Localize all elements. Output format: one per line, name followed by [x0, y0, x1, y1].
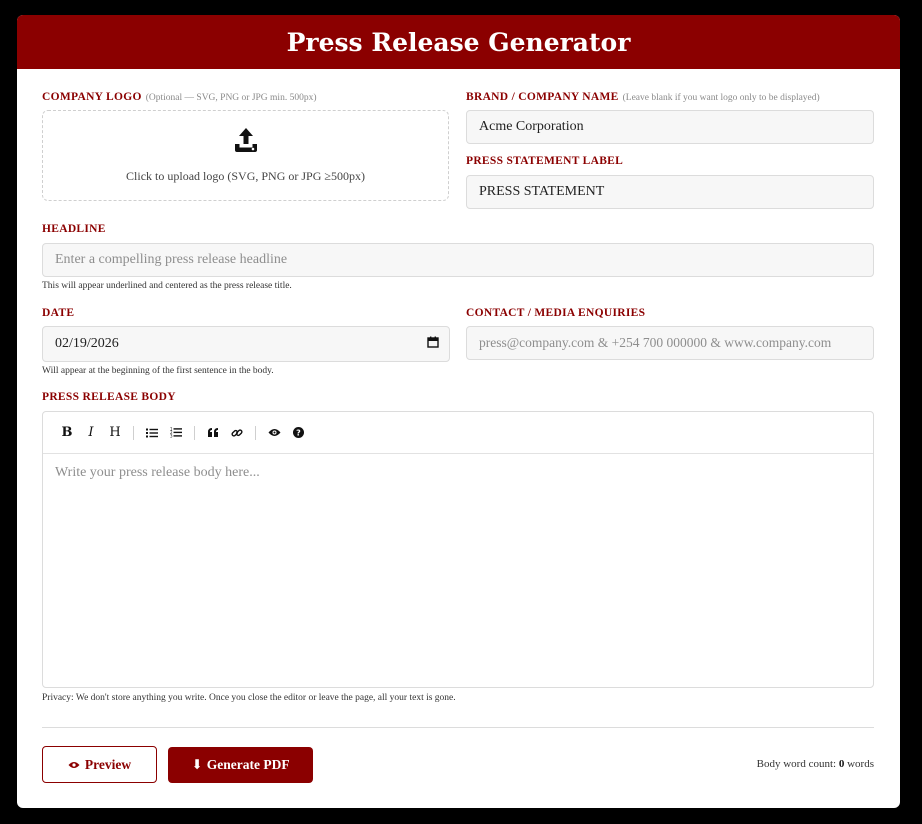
toolbar-divider [133, 425, 134, 440]
press-statement-input[interactable]: PRESS STATEMENT [466, 175, 874, 209]
upload-icon [233, 127, 259, 157]
preview-button[interactable]: Preview [42, 746, 157, 783]
generate-pdf-label: Generate PDF [206, 757, 290, 772]
word-count: Body word count: 0 words [757, 758, 874, 770]
upload-text: Click to upload logo (SVG, PNG or JPG ≥5… [126, 169, 365, 183]
link-icon[interactable] [225, 421, 249, 445]
date-value: 02/19/2026 [55, 336, 119, 351]
brand-hint: (Leave blank if you want logo only to be… [622, 93, 820, 103]
generate-pdf-button[interactable]: ⬇ Generate PDF [168, 747, 313, 783]
body-textarea[interactable]: Write your press release body here... [43, 454, 873, 688]
bullet-list-icon[interactable] [140, 421, 164, 445]
calendar-icon[interactable] [427, 336, 439, 348]
quote-icon[interactable] [201, 421, 225, 445]
headline-input[interactable]: Enter a compelling press release headlin… [42, 243, 874, 277]
toolbar-divider [255, 425, 256, 440]
preview-button-label: Preview [84, 756, 132, 772]
word-count-value: 0 [838, 758, 845, 770]
company-logo-label-text: COMPANY LOGO [42, 91, 142, 103]
company-logo-label: COMPANY LOGO (Optional — SVG, PNG or JPG … [42, 91, 317, 103]
eye-icon [68, 761, 80, 769]
headline-label: HEADLINE [42, 223, 106, 235]
body-label: PRESS RELEASE BODY [42, 391, 176, 403]
date-label: DATE [42, 307, 75, 319]
company-logo-hint: (Optional — SVG, PNG or JPG min. 500px) [145, 93, 317, 103]
brand-name-input[interactable]: Acme Corporation [466, 110, 874, 144]
download-arrow-icon: ⬇ [191, 757, 203, 772]
numbered-list-icon[interactable]: 1 2 3 [164, 421, 188, 445]
svg-text:3: 3 [170, 434, 173, 439]
date-input[interactable]: 02/19/2026 [42, 326, 450, 362]
word-count-suffix: words [847, 758, 874, 770]
page-title: Press Release Generator [17, 15, 900, 69]
word-count-prefix: Body word count: [756, 758, 837, 770]
body-editor: B I H 1 2 3 ? Write your press release b… [42, 411, 874, 688]
brand-label: BRAND / COMPANY NAME (Leave blank if you … [466, 91, 820, 103]
logo-upload-dropzone[interactable]: Click to upload logo (SVG, PNG or JPG ≥5… [42, 110, 449, 201]
italic-button[interactable]: I [79, 421, 103, 445]
help-icon[interactable]: ? [286, 421, 310, 445]
editor-toolbar: B I H 1 2 3 ? [43, 412, 873, 454]
generator-card: Press Release Generator COMPANY LOGO (Opt… [17, 15, 900, 808]
heading-button[interactable]: H [103, 421, 127, 445]
privacy-note: Privacy: We don't store anything you wri… [42, 693, 456, 703]
contact-label: CONTACT / MEDIA ENQUIRIES [466, 307, 646, 319]
svg-text:?: ? [296, 429, 301, 438]
headline-helper: This will appear underlined and centered… [42, 281, 292, 291]
preview-eye-icon[interactable] [262, 421, 286, 445]
contact-input[interactable]: press@company.com & +254 700 000000 & ww… [466, 326, 874, 360]
date-helper: Will appear at the beginning of the firs… [42, 366, 274, 376]
bold-button[interactable]: B [55, 421, 79, 445]
statement-label: PRESS STATEMENT LABEL [466, 155, 624, 167]
brand-label-text: BRAND / COMPANY NAME [466, 91, 619, 103]
section-divider [42, 727, 874, 728]
toolbar-divider [194, 425, 195, 440]
